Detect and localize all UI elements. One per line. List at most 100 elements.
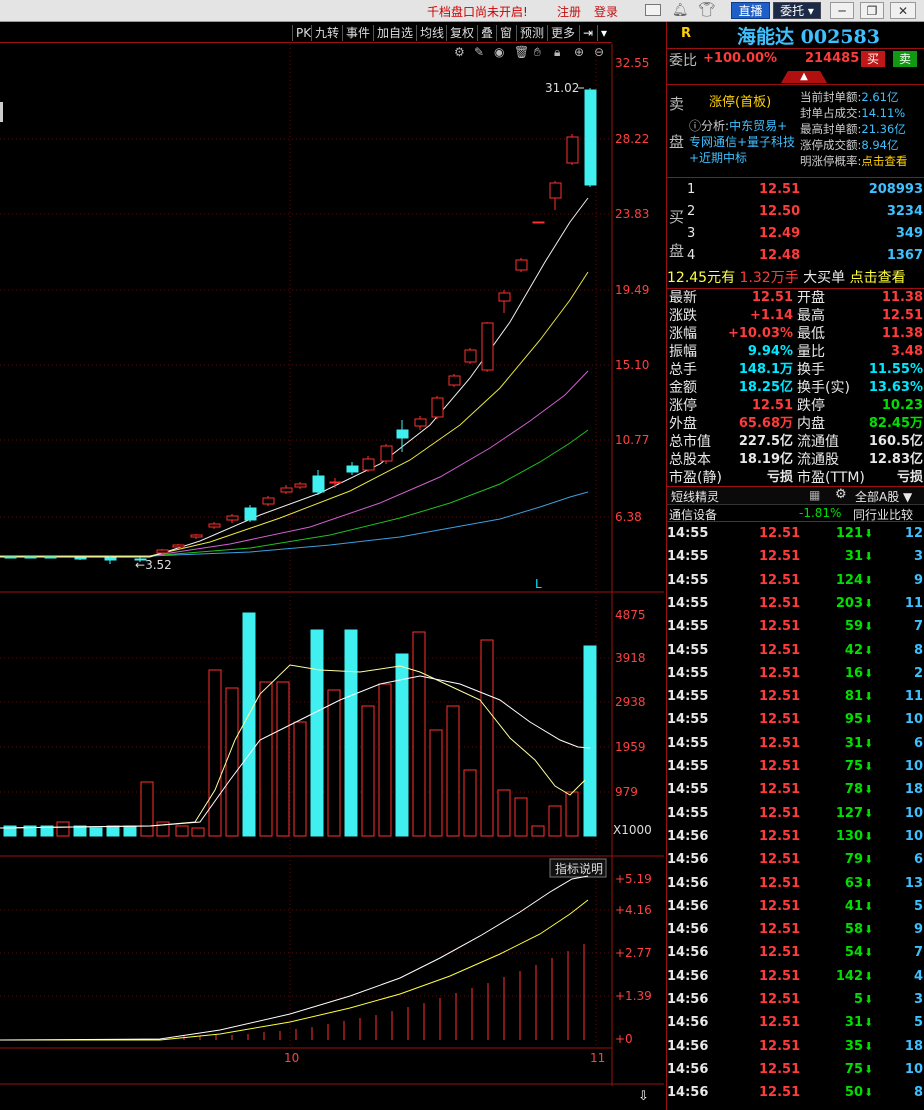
quote-table: 最新 12.51 开盘 11.38 涨跌 +1.14 最高 12.51 涨幅 +10.03% 最低 1… (667, 288, 924, 486)
volume-bar (446, 705, 460, 837)
ind-yellow-line (0, 899, 589, 1041)
quote-label-right: 量比 (797, 344, 825, 360)
minimize-button[interactable]: ─ (830, 2, 854, 19)
tool-pk[interactable]: PK (292, 25, 311, 41)
tick-price: 12.51 (759, 945, 801, 961)
left-edge-handle[interactable] (0, 102, 3, 122)
tick-volume: 127 (835, 805, 863, 821)
volume-bar (123, 825, 137, 837)
tick-volume: 121 (835, 526, 863, 541)
tag-1[interactable]: 专网通信+量子科技 (689, 133, 795, 150)
tick-count: 7 (913, 945, 923, 961)
tool-adjust[interactable]: 复权 (446, 25, 474, 41)
grid-icon[interactable]: ▦ (809, 488, 820, 502)
limit-stat-value: 14.11% (861, 106, 906, 120)
tool-events[interactable]: 事件 (342, 25, 370, 41)
limit-stat-label: 明涨停概率: (800, 154, 862, 168)
sell-button[interactable]: 卖 (893, 51, 917, 67)
register-link[interactable]: 注册 (557, 3, 581, 20)
bid-level[interactable]: 1 12.51 208993 (667, 181, 924, 199)
live-button[interactable]: 直播 (731, 2, 770, 19)
quote-value-left: +10.03% (727, 326, 793, 341)
volume-bar (89, 827, 103, 837)
tool-more[interactable]: 更多 (547, 25, 575, 41)
close-button[interactable]: ✕ (890, 2, 916, 19)
shirt-icon[interactable]: 👕︎ (698, 2, 716, 18)
tick-time: 14:56 (667, 875, 709, 891)
buy-button[interactable]: 买 (861, 51, 885, 67)
bid-level[interactable]: 4 12.48 1367 (667, 247, 924, 265)
candle-body (584, 89, 597, 186)
tick-price: 12.51 (759, 595, 801, 611)
tag-2[interactable]: +近期中标 (689, 149, 747, 166)
tick-count: 10 (904, 712, 923, 728)
down-arrow-icon: ⬇ (864, 923, 874, 937)
market-select[interactable]: 全部A股 ▼ (855, 488, 912, 505)
quote-value-left: 65.68万 (738, 416, 793, 431)
limit-stat: 封单占成交:14.11% (800, 105, 905, 121)
quote-row: 外盘 65.68万 内盘 82.45万 (667, 415, 924, 433)
quote-row: 涨跌 +1.14 最高 12.51 (667, 307, 924, 325)
compare-link[interactable]: 同行业比较 (853, 506, 913, 523)
tool-forecast[interactable]: 预测 (516, 25, 544, 41)
down-arrow-icon: ⬇ (864, 783, 874, 797)
trade-ticks[interactable]: 14:55 12.51 121 ⬇ 12 14:55 12.51 31 ⬇ 3 14:55 12.51… (667, 523, 924, 1110)
tick-time: 14:56 (667, 945, 709, 961)
tool-overlay[interactable]: 叠 (477, 25, 493, 41)
tick-volume: 81 (844, 689, 863, 705)
tick-price: 12.51 (759, 712, 801, 728)
price-tick-5: 10.77 (615, 433, 649, 447)
dropdown-icon[interactable]: ▾ (597, 25, 607, 41)
tool-jiuzhuan[interactable]: 九转 (311, 25, 339, 41)
tick-volume: 59 (844, 619, 863, 635)
limit-stat[interactable]: 明涨停概率:点击查看 (800, 153, 907, 169)
quote-panel: R 海能达 002583 委比 +100.00% 214485 买 卖 ▲ 卖 … (666, 22, 924, 1110)
volume-bar (208, 669, 222, 837)
weibi-row: 委比 +100.00% 214485 买 卖 (667, 48, 924, 70)
low-label: ←3.52 (135, 558, 172, 572)
ind-tick-0: +5.19 (615, 872, 652, 886)
bid-level[interactable]: 3 12.49 349 (667, 225, 924, 243)
collapse-arrow-icon[interactable]: ▲ (781, 71, 827, 83)
down-arrow-icon: ⬇ (864, 527, 874, 540)
tab-sprite[interactable]: 短线精灵 (671, 488, 719, 505)
down-arrow-icon: ⬇ (864, 1062, 874, 1076)
limit-stat-label: 封单占成交: (800, 106, 862, 120)
tick-time: 14:55 (667, 595, 709, 611)
volume-bar (175, 825, 189, 837)
tick-time: 14:55 (667, 549, 709, 565)
tick-time: 14:56 (667, 1038, 709, 1054)
expand-icon[interactable]: ⇥ (579, 25, 593, 41)
tick-volume: 124 (835, 572, 863, 588)
tick-time: 14:55 (667, 619, 709, 635)
restore-button[interactable]: ❐ (860, 2, 884, 19)
tick-volume: 41 (844, 898, 863, 914)
volume-bar (259, 681, 273, 837)
mail-icon[interactable] (645, 4, 661, 16)
industry-row: 通信设备 -1.81% 同行业比较 (667, 504, 924, 522)
volume-bar (514, 797, 528, 837)
tick-volume: 31 (844, 1015, 863, 1031)
tool-window[interactable]: 窗 (496, 25, 512, 41)
kline-chart[interactable]: 32.55 28.22 23.83 19.49 15.10 10.77 6.38… (0, 44, 664, 1110)
gear-icon[interactable]: ⚙ (835, 487, 847, 502)
download-icon[interactable]: ⇩ (638, 1089, 649, 1104)
tick-volume: 63 (844, 875, 863, 891)
tool-ma[interactable]: 均线 (416, 25, 444, 41)
candle-body (549, 182, 562, 199)
entrust-button[interactable]: 委托 ▾ (773, 2, 821, 19)
bid-level[interactable]: 2 12.50 3234 (667, 203, 924, 221)
login-link[interactable]: 登录 (594, 3, 618, 20)
big-order-link[interactable]: 点击查看 (850, 270, 906, 286)
candle-body (464, 349, 477, 363)
bell-icon[interactable]: 🔔︎ (672, 3, 689, 18)
order-book: 买 盘 1 12.51 208993 2 12.50 3234 3 12.49 349 4 12.4… (667, 177, 924, 269)
bid-price: 12.49 (759, 226, 801, 241)
big-order-row[interactable]: 12.45元有 1.32万手 大买单 点击查看 (667, 267, 924, 287)
tick-price: 12.51 (759, 572, 801, 588)
quote-value-right: 11.38 (881, 290, 923, 305)
tag-0[interactable]: 中东贸易+ (729, 119, 787, 133)
tool-add-watchlist[interactable]: 加自选 (373, 25, 413, 41)
quote-label-right: 最高 (797, 308, 825, 324)
candle-body (104, 557, 117, 561)
